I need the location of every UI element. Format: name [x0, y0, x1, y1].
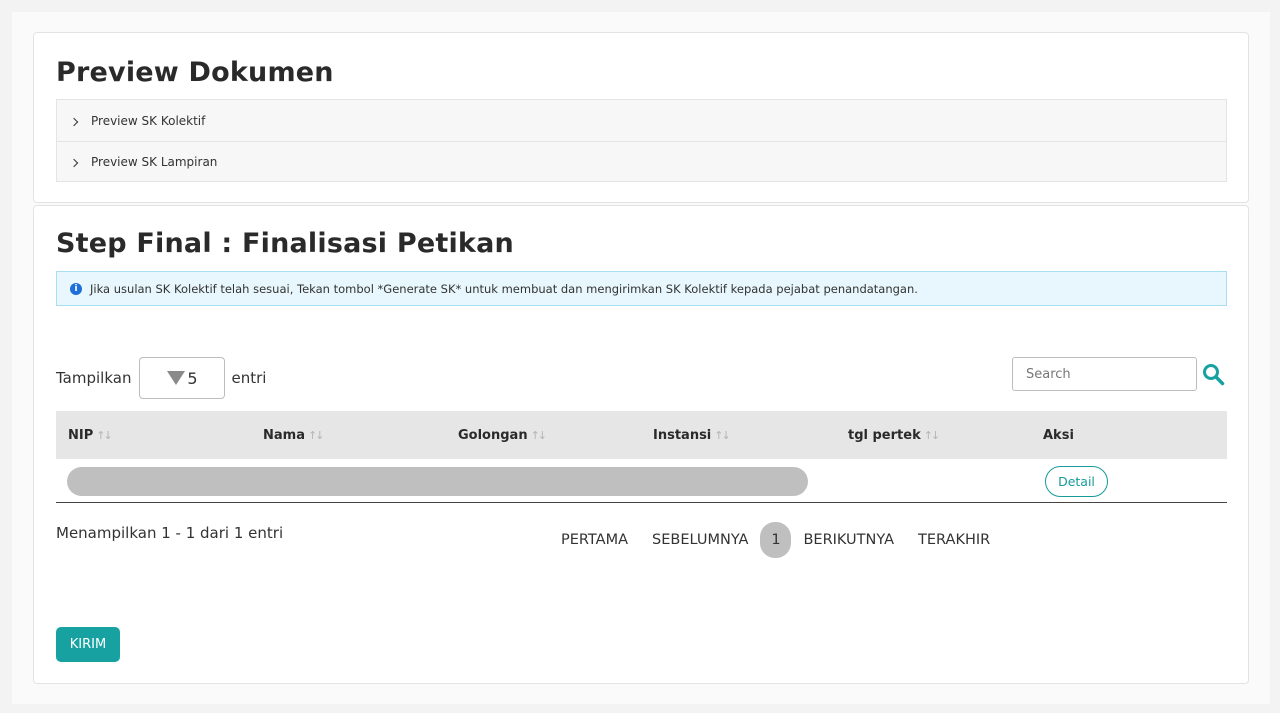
page-size-control: Tampilkan 5 entri — [56, 357, 266, 399]
preview-title: Preview Dokumen — [56, 57, 334, 88]
column-header-label: tgl pertek — [848, 427, 921, 443]
column-header-tgl-pertek[interactable]: tgl pertek ↑↓ — [836, 428, 1031, 443]
final-card: Step Final : Finalisasi Petikan i Jika u… — [33, 205, 1249, 684]
column-header-label: NIP — [68, 427, 94, 443]
pagination-last[interactable]: TERAKHIR — [906, 532, 1002, 548]
sort-icon: ↑↓ — [307, 428, 325, 442]
pagination-next[interactable]: BERIKUTNYA — [791, 532, 906, 548]
accordion-item-label: Preview SK Kolektif — [91, 113, 206, 128]
accordion-item-sk-lampiran[interactable]: Preview SK Lampiran — [57, 141, 1226, 182]
column-header-label: Golongan — [458, 427, 528, 443]
accordion-item-sk-kolektif[interactable]: Preview SK Kolektif — [57, 100, 1226, 141]
sort-icon: ↑↓ — [530, 428, 548, 442]
page-size-select[interactable]: 5 — [139, 357, 226, 399]
column-header-golongan[interactable]: Golongan ↑↓ — [446, 428, 641, 443]
page-size-value: 5 — [187, 368, 198, 388]
column-header-instansi[interactable]: Instansi ↑↓ — [641, 428, 836, 443]
column-header-nama[interactable]: Nama ↑↓ — [251, 428, 446, 443]
pagination: PERTAMA SEBELUMNYA 1 BERIKUTNYA TERAKHIR — [549, 522, 1002, 558]
dropdown-triangle-icon — [167, 371, 186, 385]
sort-icon: ↑↓ — [96, 428, 113, 442]
table-info: Menampilkan 1 - 1 dari 1 entri — [56, 524, 284, 542]
column-header-aksi: Aksi — [1031, 428, 1227, 443]
page-size-prefix: Tampilkan — [56, 369, 132, 387]
final-title: Step Final : Finalisasi Petikan — [56, 228, 514, 259]
pagination-previous[interactable]: SEBELUMNYA — [640, 532, 760, 548]
detail-button[interactable]: Detail — [1045, 466, 1108, 497]
table-header: NIP ↑↓ Nama ↑↓ Golongan ↑↓ Instansi ↑↓ t… — [56, 411, 1227, 459]
preview-card: Preview Dokumen Preview SK Kolektif Prev… — [33, 32, 1249, 203]
sort-icon: ↑↓ — [923, 428, 941, 442]
chevron-right-icon — [69, 117, 79, 126]
column-header-label: Instansi — [653, 427, 712, 443]
pagination-current-page[interactable]: 1 — [760, 522, 792, 558]
sort-icon: ↑↓ — [714, 428, 731, 442]
search-area — [1012, 357, 1225, 391]
submit-button[interactable]: KIRIM — [56, 627, 120, 662]
column-header-nip[interactable]: NIP ↑↓ — [56, 428, 251, 443]
page-size-suffix: entri — [231, 369, 267, 387]
search-input[interactable] — [1012, 357, 1197, 391]
search-icon[interactable] — [1201, 362, 1225, 386]
data-table: NIP ↑↓ Nama ↑↓ Golongan ↑↓ Instansi ↑↓ t… — [56, 411, 1227, 503]
table-row: Detail — [56, 459, 1227, 503]
pagination-first[interactable]: PERTAMA — [549, 532, 640, 548]
info-alert-text: Jika usulan SK Kolektif telah sesuai, Te… — [90, 281, 918, 296]
redacted-row-content — [67, 467, 808, 496]
preview-accordion: Preview SK Kolektif Preview SK Lampiran — [56, 99, 1227, 182]
chevron-right-icon — [69, 158, 79, 168]
info-alert: i Jika usulan SK Kolektif telah sesuai, … — [56, 271, 1227, 306]
column-header-label: Aksi — [1043, 427, 1074, 443]
column-header-label: Nama — [263, 427, 305, 443]
info-icon: i — [70, 282, 82, 295]
accordion-item-label: Preview SK Lampiran — [91, 155, 218, 169]
